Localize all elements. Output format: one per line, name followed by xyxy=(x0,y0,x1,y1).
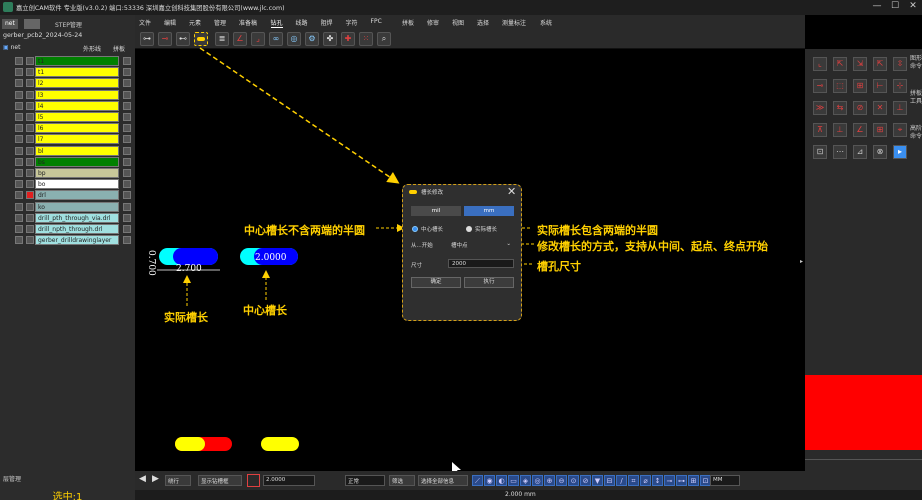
filter-select[interactable]: 正常 xyxy=(345,475,385,486)
frame-icon[interactable] xyxy=(247,474,260,487)
from-select[interactable]: 槽中点 ⌄ xyxy=(448,240,514,249)
unit-mm-toggle[interactable]: mm xyxy=(464,206,514,216)
show-dims-button[interactable]: 显示钻槽框 xyxy=(198,475,242,486)
prev-icon[interactable]: ◀ xyxy=(139,474,146,484)
bottom-tool-icon[interactable]: ⊞ xyxy=(688,475,699,486)
pointer-arrow xyxy=(199,47,400,184)
bottom-tool-icon[interactable]: ⊖ xyxy=(556,475,567,486)
label-from: 从...开始 xyxy=(411,243,433,249)
bottom-toolbar: ◀ ▶ 绕行 显示钻槽框 2.0000 正常 筛选 选择全部信息 ⟋ ◉ ◐ ▭ ◈ ◎ ⊕… xyxy=(135,471,922,490)
bottom-tool-icon[interactable]: ⊟ xyxy=(604,475,615,486)
bottom-tool-icon[interactable]: ⌀ xyxy=(640,475,651,486)
label-actual: 实际槽长 xyxy=(475,227,498,233)
unit-mil-toggle[interactable]: mil xyxy=(411,206,461,216)
slot-actual-right[interactable] xyxy=(173,248,218,265)
radio-actual[interactable] xyxy=(466,226,472,232)
bottom-tool-icon[interactable]: ◎ xyxy=(532,475,543,486)
bottom-tool-icon[interactable]: ◉ xyxy=(484,475,495,486)
bottom-tool-icon[interactable]: ⟋ xyxy=(472,475,483,486)
bottom-tool-icon[interactable]: ⊙ xyxy=(568,475,579,486)
bottom-tool-icon[interactable]: ⊶ xyxy=(676,475,687,486)
annotation-center-no-half: 中心槽长不含两端的半圆 xyxy=(244,224,365,237)
measure-status: 2.000 mm xyxy=(505,491,536,498)
status-bar: 2.000 mm xyxy=(135,490,922,500)
bottom-tool-icon[interactable]: ⌗ xyxy=(628,475,639,486)
bottom-tool-icon[interactable]: ▼ xyxy=(592,475,603,486)
bottom-tool-icon[interactable]: ◐ xyxy=(496,475,507,486)
slot-length-dialog: 槽长修改 ✕ mil mm 中心槽长 实际槽长 从...开始 槽中点 ⌄ 尺寸 2… xyxy=(402,184,522,321)
mode-select[interactable]: 绕行 xyxy=(165,475,191,486)
filter-button[interactable]: 筛选 xyxy=(389,475,415,486)
bottom-tool-icon[interactable]: ⊕ xyxy=(544,475,555,486)
bottom-tool-icon[interactable]: ◈ xyxy=(520,475,531,486)
collapse-right-icon[interactable]: ▸ xyxy=(800,258,803,265)
slot-bottom-yellow[interactable] xyxy=(175,437,205,451)
dialog-title: 槽长修改 xyxy=(421,190,444,196)
label-center: 中心槽长 xyxy=(421,227,444,233)
label-size: 尺寸 xyxy=(411,263,423,269)
ok-button[interactable]: 确定 xyxy=(411,277,461,288)
bottom-tool-icon[interactable]: ▭ xyxy=(508,475,519,486)
chevron-down-icon: ⌄ xyxy=(506,241,511,247)
next-icon[interactable]: ▶ xyxy=(152,474,159,484)
size-input[interactable]: 2000 xyxy=(448,259,514,268)
annotation-slot-size: 槽孔尺寸 xyxy=(537,260,581,273)
dim-actual-length: 2.700 xyxy=(176,264,202,274)
bottom-tool-icon[interactable]: / xyxy=(616,475,627,486)
annotation-actual-with-half: 实际槽长包含两端的半圆 xyxy=(537,224,658,237)
radio-center[interactable] xyxy=(412,226,418,232)
bottom-tool-icon[interactable]: ↕ xyxy=(652,475,663,486)
slot-bottom-single[interactable] xyxy=(261,437,299,451)
select-all-button[interactable]: 选择全部信息 xyxy=(418,475,468,486)
bottom-tool-icon[interactable]: ⊘ xyxy=(580,475,591,486)
bottom-tool-icon[interactable]: ⊸ xyxy=(664,475,675,486)
dim-center-length: 2.0000 xyxy=(255,253,287,263)
annotation-modify-mode: 修改槽长的方式，支持从中间、起点、终点开始 xyxy=(537,240,768,253)
from-value: 槽中点 xyxy=(451,243,468,249)
apply-button[interactable]: 执行 xyxy=(464,277,514,288)
annotation-center-slot: 中心槽长 xyxy=(243,304,287,317)
annotation-actual-slot: 实际槽长 xyxy=(164,311,208,324)
dim-width: 0.700 xyxy=(146,250,156,276)
unit-select[interactable]: MM xyxy=(710,475,740,486)
value-input[interactable]: 2.0000 xyxy=(263,475,315,486)
dialog-close-icon[interactable]: ✕ xyxy=(507,185,516,198)
slot-icon xyxy=(409,190,417,194)
